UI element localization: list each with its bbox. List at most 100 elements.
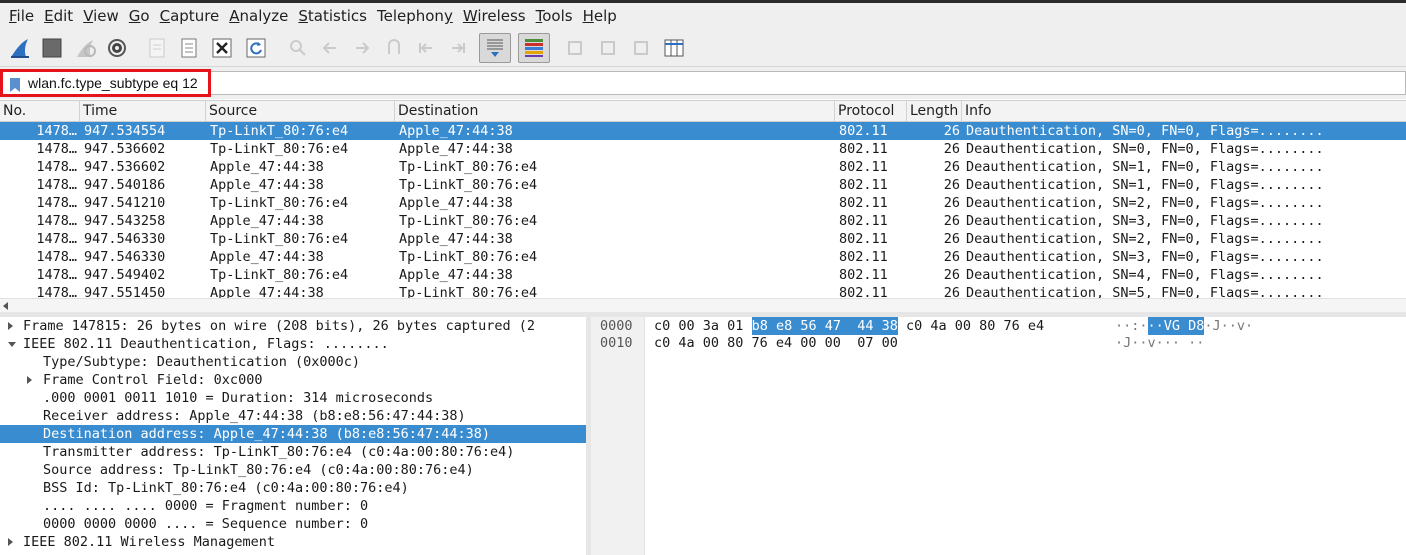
bytes-hex[interactable]: c0 4a 00 80 76 e4 00 00 07 00 [654,334,898,352]
packet-row[interactable]: 1478… 947.543258 Apple_47:44:38 Tp-LinkT_80… [0,212,1406,230]
menu-file[interactable]: File [4,3,39,29]
colorize-icon[interactable] [518,33,550,63]
packet-row[interactable]: 1478… 947.540186 Apple_47:44:38 Tp-LinkT_80… [0,176,1406,194]
packet-row[interactable]: 1478… 947.536602 Tp-LinkT_80:76:e4 Apple_47… [0,140,1406,158]
packet-cell-length: 26 [943,141,960,157]
menu-statistics[interactable]: Statistics [293,3,372,29]
packet-cell-destination: Apple_47:44:38 [399,123,513,139]
packet-row[interactable]: 1478… 947.546330 Apple_47:44:38 Tp-LinkT_80… [0,248,1406,266]
detail-tree-item[interactable]: 0000 0000 0000 .... = Sequence number: 0 [0,515,586,533]
menu-go[interactable]: Go [124,3,155,29]
detail-tree-item[interactable]: Source address: Tp-LinkT_80:76:e4 (c0:4a… [0,461,586,479]
normal-size-icon[interactable] [627,34,655,62]
packet-cell-no: 1478… [36,141,77,157]
packet-cell-source: Apple_47:44:38 [210,249,324,265]
bytes-offset-gutter [591,317,645,555]
detail-tree-label: BSS Id: Tp-LinkT_80:76:e4 (c0:4a:00:80:7… [43,480,409,496]
detail-tree-item[interactable]: IEEE 802.11 Deauthentication, Flags: ...… [0,335,586,353]
expand-arrow-right-icon[interactable] [8,322,13,330]
restart-capture-icon[interactable] [71,34,99,62]
selected-bytes-ascii[interactable]: ··VG D8 [1147,317,1205,335]
packet-row[interactable]: 1478… 947.541210 Tp-LinkT_80:76:e4 Apple_47… [0,194,1406,212]
column-header-length[interactable]: Length [907,101,962,122]
packet-row[interactable]: 1478… 947.549402 Tp-LinkT_80:76:e4 Apple_47… [0,266,1406,284]
menu-view[interactable]: View [78,3,124,29]
shark-fin-start-icon[interactable] [6,34,34,62]
scroll-left-arrow-icon[interactable] [3,302,8,310]
packet-cell-protocol: 802.11 [839,231,888,247]
detail-tree-item[interactable]: Frame 147815: 26 bytes on wire (208 bits… [0,317,586,335]
column-header-protocol[interactable]: Protocol [835,101,907,122]
first-packet-icon[interactable] [412,34,440,62]
stop-capture-icon[interactable] [38,34,66,62]
packet-cell-info: Deauthentication, SN=2, FN=0, Flags=....… [966,231,1324,247]
expand-arrow-right-icon[interactable] [8,538,13,546]
packet-cell-info: Deauthentication, SN=1, FN=0, Flags=....… [966,177,1324,193]
resize-columns-icon[interactable] [660,34,688,62]
detail-tree-item[interactable]: Type/Subtype: Deauthentication (0x000c) [0,353,586,371]
bytes-ascii[interactable]: ·J··v··· ·· [1115,334,1204,352]
packet-cell-no: 1478… [36,159,77,175]
find-packet-icon[interactable] [284,34,312,62]
detail-tree-item[interactable]: IEEE 802.11 Wireless Management [0,533,586,551]
detail-tree-label: .000 0001 0011 1010 = Duration: 314 micr… [43,390,434,406]
bytes-ascii[interactable]: ·J··v· [1204,317,1253,335]
menu-wireless[interactable]: Wireless [458,3,531,29]
detail-tree-label: Destination address: Apple_47:44:38 (b8:… [43,426,491,442]
packet-list-horizontal-scrollbar[interactable] [0,298,1406,312]
detail-tree-item[interactable]: .000 0001 0011 1010 = Duration: 314 micr… [0,389,586,407]
packet-row[interactable]: 1478… 947.546330 Tp-LinkT_80:76:e4 Apple_47… [0,230,1406,248]
bytes-offset: 0000 [600,318,633,334]
display-filter-input[interactable]: wlan.fc.type_subtype eq 12 [2,71,1406,95]
detail-tree-item[interactable]: Transmitter address: Tp-LinkT_80:76:e4 (… [0,443,586,461]
packet-cell-source: Tp-LinkT_80:76:e4 [210,231,349,247]
open-file-icon[interactable] [143,34,171,62]
packet-cell-length: 26 [943,177,960,193]
column-header-source[interactable]: Source [206,101,395,122]
save-file-icon[interactable] [175,34,203,62]
column-header-info[interactable]: Info [962,101,1406,122]
capture-options-gear-icon[interactable] [103,34,131,62]
detail-tree-item[interactable]: .... .... .... 0000 = Fragment number: 0 [0,497,586,515]
expand-arrow-right-icon[interactable] [27,376,32,384]
packet-cell-length: 26 [943,267,960,283]
bytes-hex[interactable]: c0 00 3a 01 [654,317,752,335]
detail-tree-item[interactable]: Frame Control Field: 0xc000 [0,371,586,389]
column-header-time[interactable]: Time [80,101,206,122]
reload-file-icon[interactable] [242,34,270,62]
menu-help[interactable]: Help [578,3,622,29]
go-back-icon[interactable] [316,34,344,62]
selected-bytes-hex[interactable]: b8 e8 56 47 44 38 [751,317,898,335]
detail-tree-item[interactable]: Destination address: Apple_47:44:38 (b8:… [0,425,586,443]
zoom-out-icon[interactable] [594,34,622,62]
packet-cell-time: 947.549402 [84,267,166,283]
zoom-in-icon[interactable] [561,34,589,62]
packet-row[interactable]: 1478… 947.536602 Apple_47:44:38 Tp-LinkT_80… [0,158,1406,176]
packet-cell-no: 1478… [36,267,77,283]
column-header-no[interactable]: No. [0,101,80,122]
go-to-packet-icon[interactable] [380,34,408,62]
packet-cell-info: Deauthentication, SN=2, FN=0, Flags=....… [966,195,1324,211]
packet-cell-source: Tp-LinkT_80:76:e4 [210,267,349,283]
menu-capture[interactable]: Capture [155,3,225,29]
bytes-ascii[interactable]: ··:· [1115,317,1148,335]
go-forward-icon[interactable] [348,34,376,62]
packet-row[interactable]: 1478… 947.534554 Tp-LinkT_80:76:e4 Apple_47… [0,122,1406,140]
packet-cell-no: 1478… [36,123,77,139]
detail-tree-item[interactable]: Receiver address: Apple_47:44:38 (b8:e8:… [0,407,586,425]
packet-row[interactable]: 1478… 947.551450 Apple_47:44:38 Tp-LinkT_80… [0,284,1406,298]
filter-highlight-box [0,69,211,97]
last-packet-icon[interactable] [444,34,472,62]
bytes-hex[interactable]: c0 4a 00 80 76 e4 [898,317,1044,335]
detail-tree-label: Frame 147815: 26 bytes on wire (208 bits… [23,318,536,334]
close-file-icon[interactable] [208,34,236,62]
detail-tree-label: Source address: Tp-LinkT_80:76:e4 (c0:4a… [43,462,474,478]
menu-analyze[interactable]: Analyze [224,3,293,29]
menu-telephony[interactable]: Telephony [372,3,458,29]
menu-tools[interactable]: Tools [531,3,578,29]
detail-tree-item[interactable]: BSS Id: Tp-LinkT_80:76:e4 (c0:4a:00:80:7… [0,479,586,497]
autoscroll-icon[interactable] [479,33,511,63]
expand-arrow-down-icon[interactable] [8,342,16,347]
column-header-destination[interactable]: Destination [395,101,835,122]
menu-edit[interactable]: Edit [39,3,78,29]
